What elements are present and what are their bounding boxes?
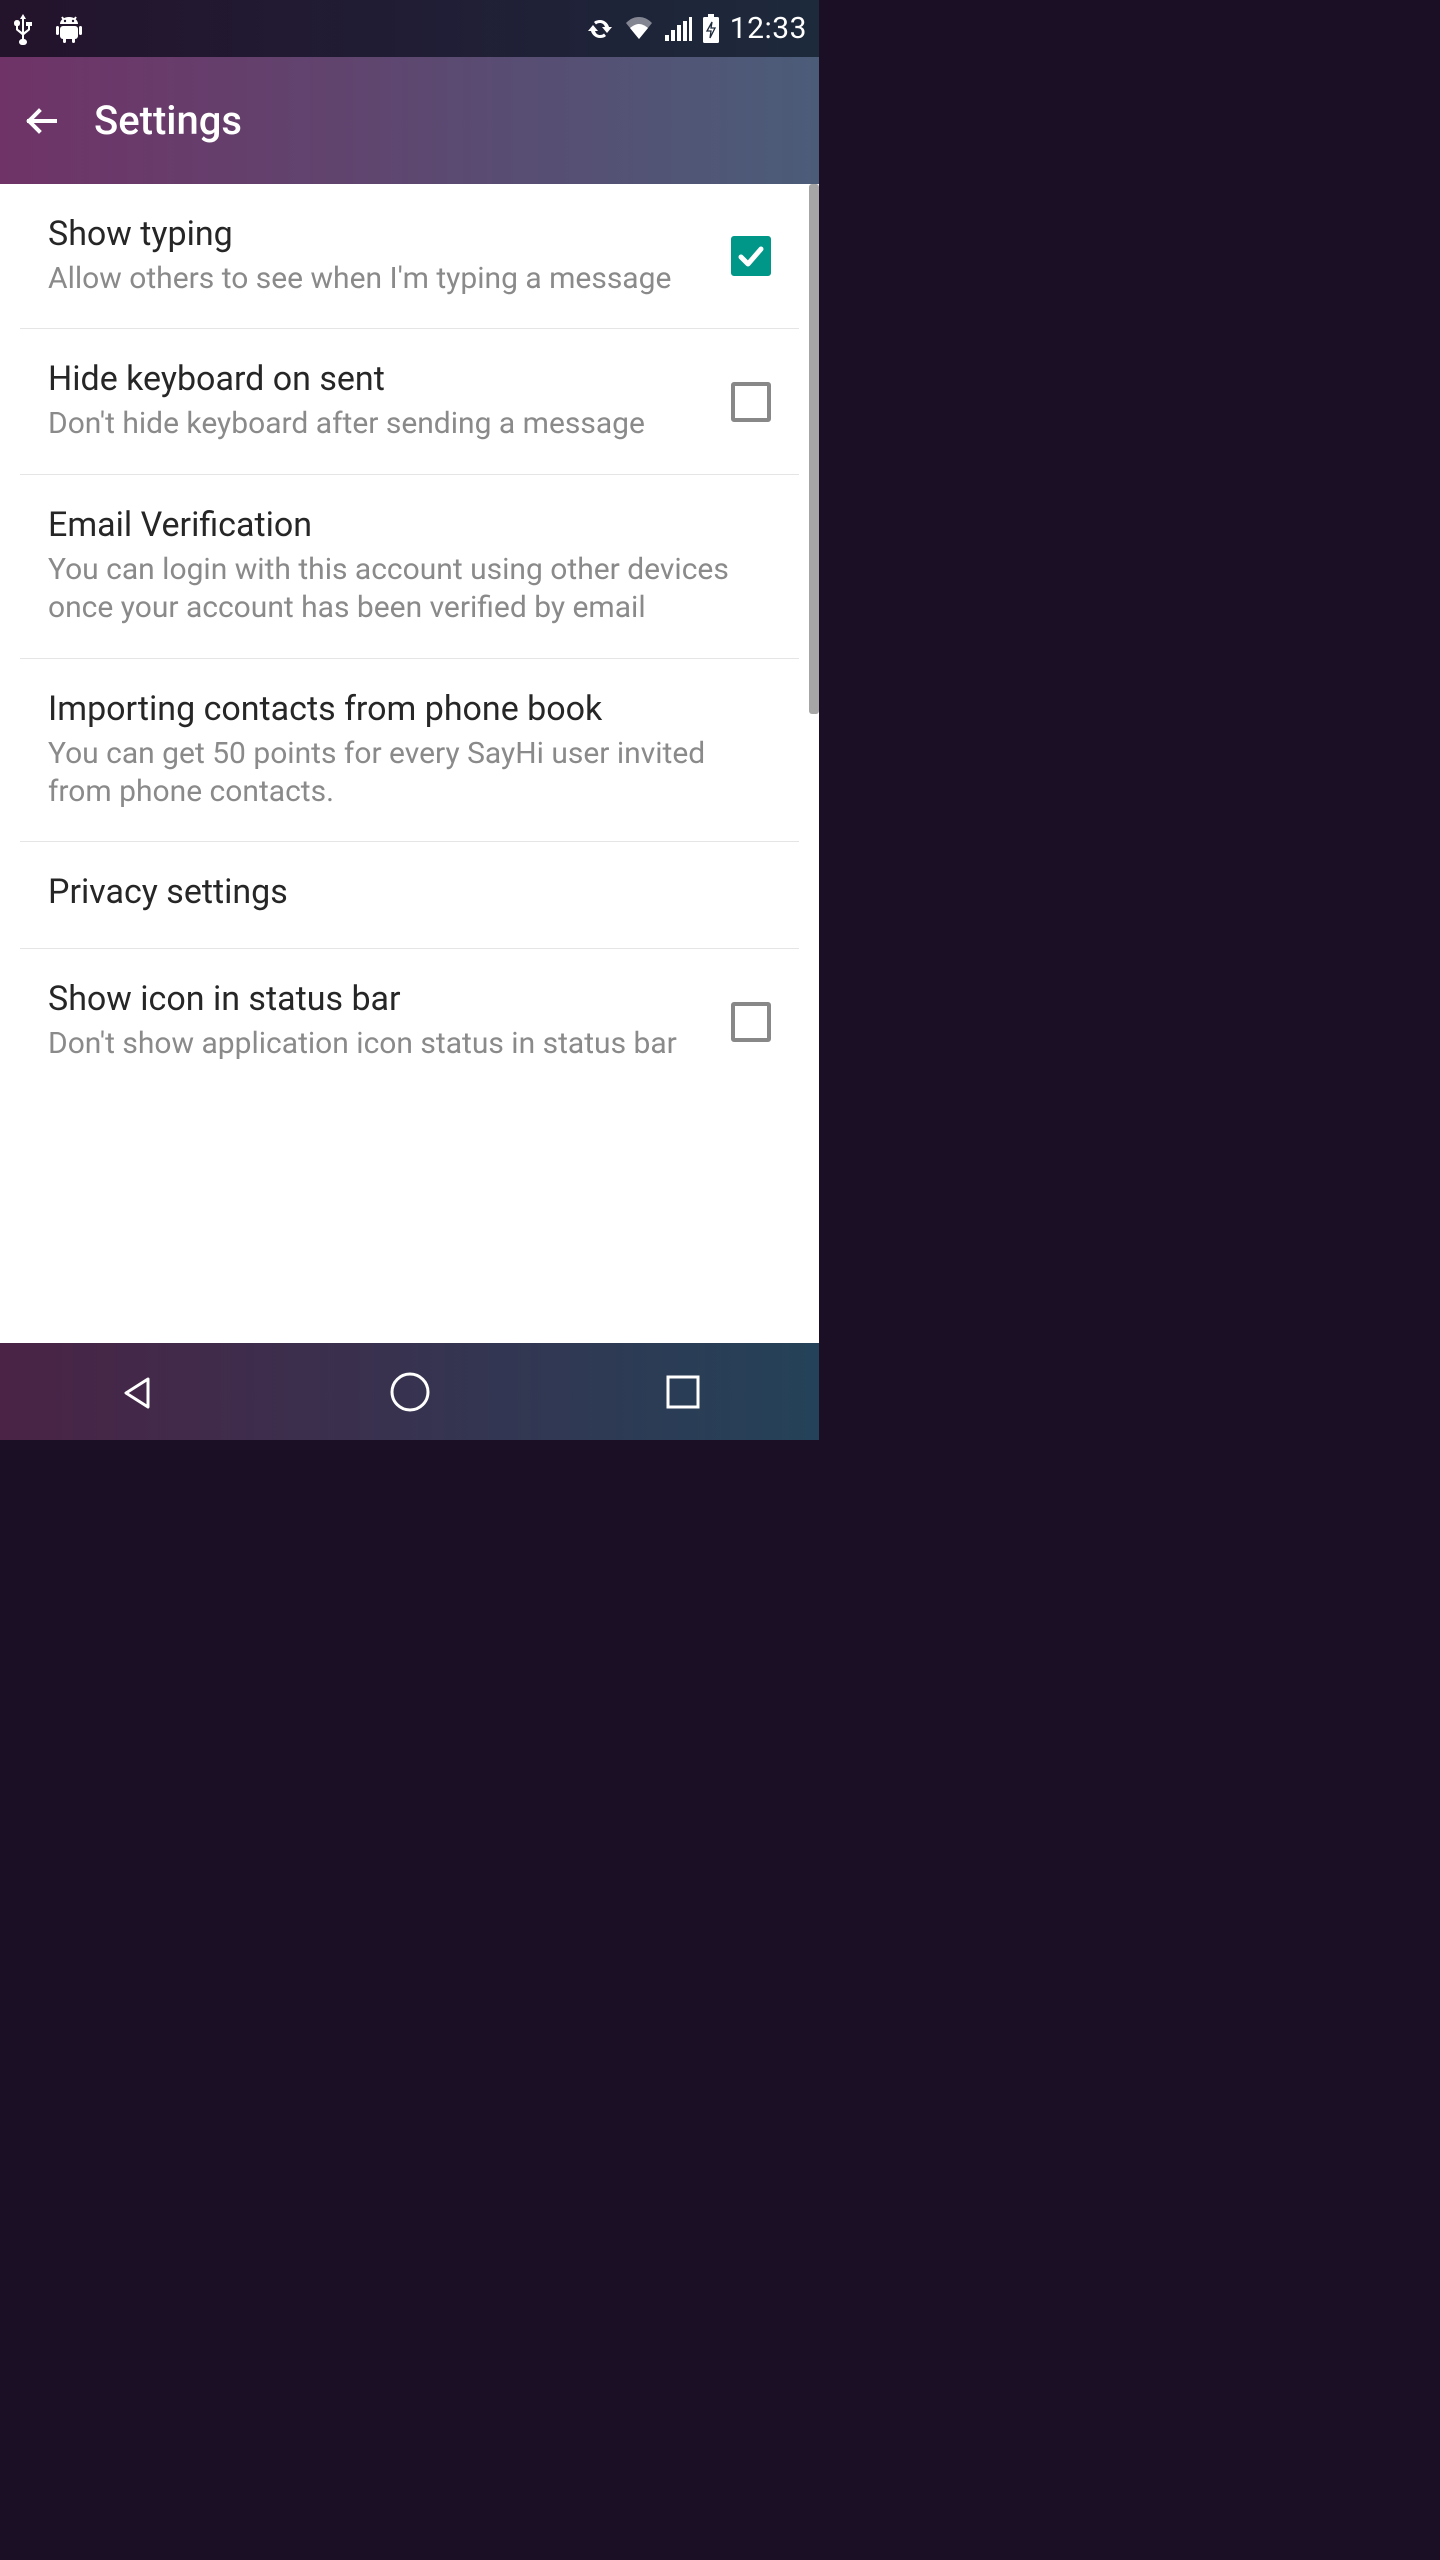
adb-icon bbox=[54, 14, 84, 44]
row-subtitle: Don't hide keyboard after sending a mess… bbox=[48, 405, 715, 443]
nav-recent[interactable] bbox=[653, 1362, 713, 1422]
status-right: 12:33 bbox=[586, 11, 807, 46]
setting-status-bar-icon[interactable]: Show icon in status bar Don't show appli… bbox=[20, 949, 799, 1093]
row-title: Show icon in status bar bbox=[48, 979, 715, 1019]
usb-icon bbox=[12, 12, 34, 46]
row-subtitle: You can login with this account using ot… bbox=[48, 551, 755, 628]
row-subtitle: Allow others to see when I'm typing a me… bbox=[48, 260, 715, 298]
setting-email-verification[interactable]: Email Verification You can login with th… bbox=[20, 475, 799, 659]
row-text: Show typing Allow others to see when I'm… bbox=[48, 214, 731, 298]
setting-hide-keyboard[interactable]: Hide keyboard on sent Don't hide keyboar… bbox=[20, 329, 799, 474]
nav-home[interactable] bbox=[380, 1362, 440, 1422]
signal-icon bbox=[664, 16, 692, 42]
battery-icon bbox=[702, 14, 720, 44]
row-title: Importing contacts from phone book bbox=[48, 689, 755, 729]
back-button[interactable] bbox=[20, 100, 62, 142]
row-subtitle: You can get 50 points for every SayHi us… bbox=[48, 735, 755, 812]
row-title: Hide keyboard on sent bbox=[48, 359, 715, 399]
status-bar: 12:33 bbox=[0, 0, 819, 57]
checkbox-show-typing[interactable] bbox=[731, 236, 771, 276]
settings-list[interactable]: Show typing Allow others to see when I'm… bbox=[0, 184, 819, 1343]
checkbox-status-bar-icon[interactable] bbox=[731, 1002, 771, 1042]
row-subtitle: Don't show application icon status in st… bbox=[48, 1025, 715, 1063]
row-text: Show icon in status bar Don't show appli… bbox=[48, 979, 731, 1063]
row-text: Email Verification You can login with th… bbox=[48, 505, 771, 628]
sync-icon bbox=[586, 15, 614, 43]
row-text: Importing contacts from phone book You c… bbox=[48, 689, 771, 812]
nav-back[interactable] bbox=[107, 1362, 167, 1422]
nav-bar bbox=[0, 1343, 819, 1440]
checkbox-hide-keyboard[interactable] bbox=[731, 382, 771, 422]
setting-show-typing[interactable]: Show typing Allow others to see when I'm… bbox=[20, 184, 799, 329]
scrollbar[interactable] bbox=[809, 184, 819, 714]
row-text: Privacy settings bbox=[48, 872, 771, 918]
page-title: Settings bbox=[94, 97, 242, 144]
row-title: Show typing bbox=[48, 214, 715, 254]
status-left bbox=[12, 12, 84, 46]
wifi-icon bbox=[624, 17, 654, 41]
row-title: Email Verification bbox=[48, 505, 755, 545]
setting-privacy[interactable]: Privacy settings bbox=[20, 842, 799, 949]
app-bar: Settings bbox=[0, 57, 819, 184]
row-title: Privacy settings bbox=[48, 872, 755, 912]
setting-import-contacts[interactable]: Importing contacts from phone book You c… bbox=[20, 659, 799, 843]
status-time: 12:33 bbox=[730, 11, 807, 46]
row-text: Hide keyboard on sent Don't hide keyboar… bbox=[48, 359, 731, 443]
